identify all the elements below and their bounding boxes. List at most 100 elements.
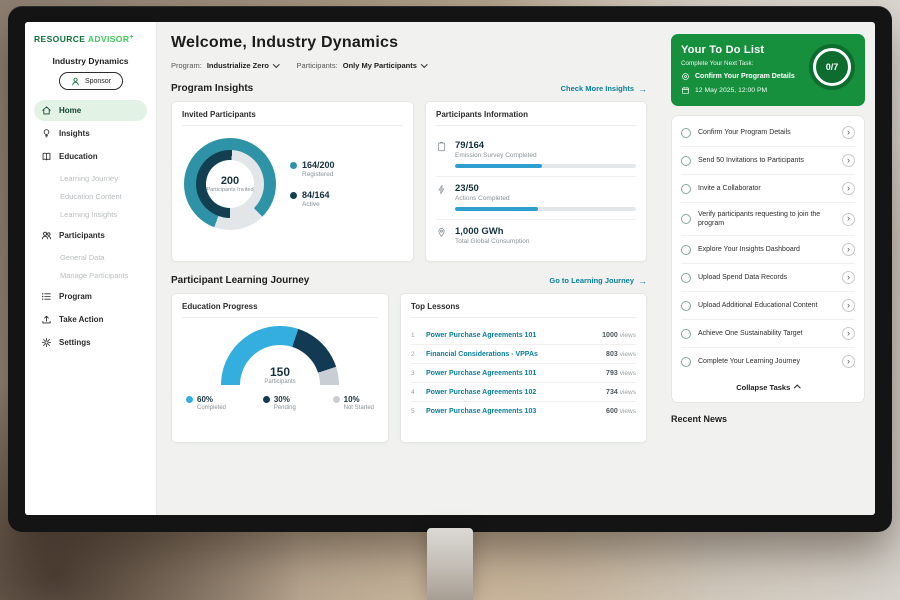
chevron-right-icon[interactable] xyxy=(842,126,855,139)
bolt-icon xyxy=(436,184,447,211)
lesson-views-unit: views xyxy=(620,370,636,377)
task-row[interactable]: Achieve One Sustainability Target xyxy=(681,320,855,348)
task-checkbox[interactable] xyxy=(681,128,691,138)
top-lessons-card: Top Lessons 1 Power Purchase Agreements … xyxy=(400,293,647,443)
section-title: Participant Learning Journey xyxy=(171,275,309,286)
task-row[interactable]: Explore Your Insights Dashboard xyxy=(681,236,855,264)
card-title: Invited Participants xyxy=(182,110,403,126)
lesson-rank: 1 xyxy=(411,332,419,339)
sidebar: RESOURCE ADVISOR+ Industry Dynamics Spon… xyxy=(25,22,157,515)
task-label: Send 50 Invitations to Participants xyxy=(698,156,835,165)
chevron-right-icon[interactable] xyxy=(842,154,855,167)
chevron-right-icon[interactable] xyxy=(842,299,855,312)
task-checkbox[interactable] xyxy=(681,273,691,283)
go-to-learning-journey-link[interactable]: Go to Learning Journey xyxy=(549,276,647,286)
chevron-right-icon[interactable] xyxy=(842,182,855,195)
info-value: 79/164 xyxy=(455,140,636,151)
chevron-right-icon[interactable] xyxy=(842,271,855,284)
lesson-link[interactable]: Financial Considerations - VPPAs xyxy=(426,351,599,358)
insights-cards-row: Invited Participants 200 Participants In… xyxy=(171,101,647,262)
person-icon xyxy=(70,76,81,87)
sidebar-item-insights[interactable]: Insights xyxy=(34,123,147,144)
info-label: Emission Survey Completed xyxy=(455,152,636,159)
legend-item-completed: 60% Completed xyxy=(186,395,226,411)
lesson-link[interactable]: Power Purchase Agreements 101 xyxy=(426,332,595,339)
invited-donut-outer: 200 Participants Invited xyxy=(184,138,276,230)
recent-news-header: Recent News xyxy=(671,414,865,424)
chevron-right-icon[interactable] xyxy=(842,355,855,368)
calendar-icon xyxy=(681,86,690,95)
todo-subtitle: Complete Your Next Task: xyxy=(681,60,795,67)
logo-advisor: ADVISOR xyxy=(88,34,130,44)
sidebar-item-manage-participants[interactable]: Manage Participants xyxy=(34,266,147,284)
invited-legend: 164/200 Registered 84/164 Active xyxy=(290,160,335,208)
sidebar-item-learning-insights[interactable]: Learning Insights xyxy=(34,205,147,223)
program-filter-label: Program: xyxy=(171,61,202,70)
participants-select[interactable]: Only My Participants xyxy=(343,61,427,70)
info-value: 1,000 GWh xyxy=(455,226,636,237)
task-row[interactable]: Invite a Collaborator xyxy=(681,175,855,203)
program-select[interactable]: Industrialize Zero xyxy=(207,61,279,70)
collapse-tasks-button[interactable]: Collapse Tasks xyxy=(681,375,855,396)
task-label: Invite a Collaborator xyxy=(698,184,835,193)
legend-value: 30% xyxy=(274,395,290,404)
sidebar-item-take-action[interactable]: Take Action xyxy=(34,309,147,330)
todo-progress-text: 0/7 xyxy=(826,62,839,72)
sidebar-item-home[interactable]: Home xyxy=(34,100,147,121)
legend-value: 164/200 xyxy=(302,160,335,170)
task-checkbox[interactable] xyxy=(681,245,691,255)
task-checkbox[interactable] xyxy=(681,329,691,339)
sidebar-item-participants[interactable]: Participants xyxy=(34,225,147,246)
task-row[interactable]: Send 50 Invitations to Participants xyxy=(681,147,855,175)
progress-bar xyxy=(455,207,636,211)
task-row[interactable]: Confirm Your Program Details xyxy=(681,119,855,147)
invited-total: 200 xyxy=(221,175,239,187)
task-row[interactable]: Verify participants requesting to join t… xyxy=(681,203,855,236)
education-gauge: 150 Participants xyxy=(221,326,339,385)
target-icon xyxy=(681,72,690,81)
sidebar-item-general-data[interactable]: General Data xyxy=(34,248,147,266)
todo-panel: Your To Do List Complete Your Next Task:… xyxy=(661,22,875,515)
collapse-tasks-label: Collapse Tasks xyxy=(736,383,790,392)
sidebar-item-settings[interactable]: Settings xyxy=(34,332,147,353)
lesson-link[interactable]: Power Purchase Agreements 102 xyxy=(426,389,599,396)
sponsor-badge[interactable]: Sponsor xyxy=(59,72,123,90)
sidebar-item-education[interactable]: Education xyxy=(34,146,147,167)
gear-icon xyxy=(41,337,52,348)
sidebar-item-learning-journey[interactable]: Learning Journey xyxy=(34,169,147,187)
todo-card: Your To Do List Complete Your Next Task:… xyxy=(671,34,865,106)
task-label: Achieve One Sustainability Target xyxy=(698,329,835,338)
task-label: Upload Spend Data Records xyxy=(698,273,835,282)
lesson-views: 1000 xyxy=(602,332,618,339)
task-row[interactable]: Complete Your Learning Journey xyxy=(681,348,855,375)
task-checkbox[interactable] xyxy=(681,301,691,311)
check-more-insights-link[interactable]: Check More Insights xyxy=(561,84,647,94)
lesson-views-unit: views xyxy=(620,332,636,339)
chevron-right-icon[interactable] xyxy=(842,327,855,340)
lesson-views: 793 xyxy=(606,370,618,377)
invited-participants-card: Invited Participants 200 Participants In… xyxy=(171,101,414,262)
legend-label: Completed xyxy=(197,405,226,411)
lesson-link[interactable]: Power Purchase Agreements 103 xyxy=(426,408,599,415)
task-row[interactable]: Upload Spend Data Records xyxy=(681,264,855,292)
upload-icon xyxy=(41,314,52,325)
legend-value: 10% xyxy=(344,395,360,404)
sidebar-item-label: Learning Insights xyxy=(60,210,117,219)
legend-label: Active xyxy=(302,201,335,208)
task-checkbox[interactable] xyxy=(681,214,691,224)
task-checkbox[interactable] xyxy=(681,357,691,367)
sidebar-item-label: Manage Participants xyxy=(60,271,128,280)
lesson-link[interactable]: Power Purchase Agreements 101 xyxy=(426,370,599,377)
chevron-right-icon[interactable] xyxy=(842,213,855,226)
logo-plus: + xyxy=(129,34,134,41)
todo-due-date: 12 May 2025, 12:00 PM xyxy=(681,86,795,95)
task-row[interactable]: Upload Additional Educational Content xyxy=(681,292,855,320)
sidebar-item-education-content[interactable]: Education Content xyxy=(34,187,147,205)
tasks-card: Confirm Your Program Details Send 50 Inv… xyxy=(671,115,865,403)
sidebar-item-program[interactable]: Program xyxy=(34,286,147,307)
people-icon xyxy=(41,230,52,241)
task-checkbox[interactable] xyxy=(681,184,691,194)
task-checkbox[interactable] xyxy=(681,156,691,166)
link-label: Go to Learning Journey xyxy=(549,276,634,285)
chevron-right-icon[interactable] xyxy=(842,243,855,256)
